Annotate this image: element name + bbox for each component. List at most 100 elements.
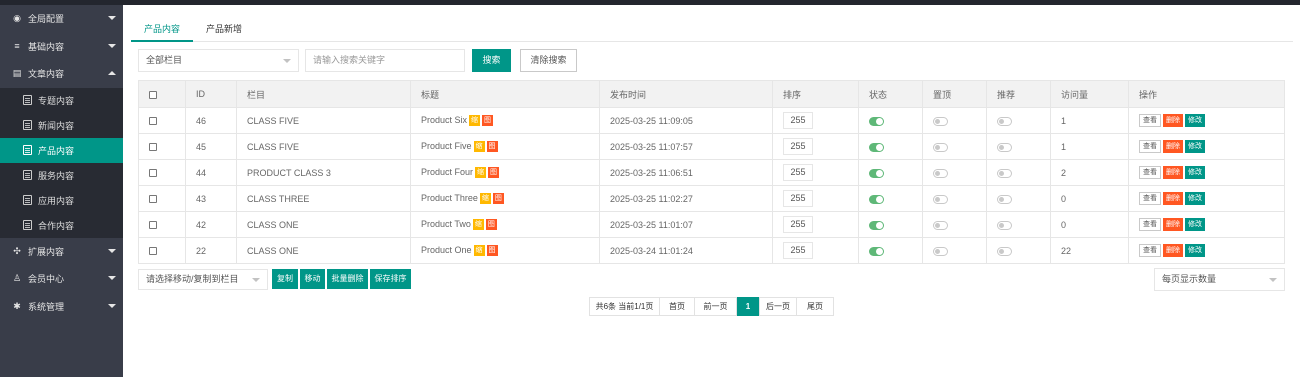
next-page-button[interactable]: 后一页 bbox=[759, 297, 797, 316]
recommend-toggle[interactable] bbox=[997, 194, 1012, 204]
row-checkbox[interactable] bbox=[149, 221, 157, 230]
nav-group-article-content[interactable]: ▤ 文章内容 bbox=[0, 60, 123, 88]
expand-icon: ✣ bbox=[13, 245, 21, 256]
edit-button[interactable]: 修改 bbox=[1185, 244, 1205, 257]
status-toggle[interactable] bbox=[869, 168, 884, 178]
sort-input[interactable]: 255 bbox=[783, 190, 813, 207]
move-target-select-value: 请选择移动/复制到栏目 bbox=[146, 274, 239, 284]
view-button[interactable]: 查看 bbox=[1139, 192, 1161, 205]
delete-button[interactable]: 删除 bbox=[1163, 218, 1183, 231]
status-toggle[interactable] bbox=[869, 116, 884, 126]
sidebar-item-news[interactable]: 新闻内容 bbox=[0, 113, 123, 138]
thumbnail-badge: 缩 bbox=[479, 193, 491, 205]
first-page-button[interactable]: 首页 bbox=[659, 297, 695, 316]
row-top-cell bbox=[922, 211, 987, 238]
view-button[interactable]: 查看 bbox=[1139, 140, 1161, 153]
row-actions: 查看 删除 修改 bbox=[1128, 185, 1285, 212]
recommend-toggle[interactable] bbox=[997, 116, 1012, 126]
status-toggle[interactable] bbox=[869, 220, 884, 230]
view-button[interactable]: 查看 bbox=[1139, 244, 1161, 257]
row-status-cell bbox=[858, 185, 923, 212]
status-toggle[interactable] bbox=[869, 194, 884, 204]
view-button[interactable]: 查看 bbox=[1139, 114, 1161, 127]
recommend-toggle[interactable] bbox=[997, 220, 1012, 230]
row-select-cell[interactable] bbox=[138, 107, 186, 134]
recommend-toggle[interactable] bbox=[997, 168, 1012, 178]
save-sort-button[interactable]: 保存排序 bbox=[370, 269, 411, 289]
sort-input[interactable]: 255 bbox=[783, 164, 813, 181]
row-select-cell[interactable] bbox=[138, 211, 186, 238]
sort-input[interactable]: 255 bbox=[783, 242, 813, 259]
row-category: CLASS FIVE bbox=[236, 133, 411, 160]
top-toggle[interactable] bbox=[933, 168, 948, 178]
row-select-cell[interactable] bbox=[138, 133, 186, 160]
last-page-button[interactable]: 尾页 bbox=[796, 297, 834, 316]
row-checkbox[interactable] bbox=[149, 169, 157, 178]
tab-product-content[interactable]: 产品内容 bbox=[131, 18, 194, 42]
category-select[interactable]: 全部栏目 bbox=[138, 49, 299, 72]
row-recommend-cell bbox=[986, 211, 1051, 238]
edit-button[interactable]: 修改 bbox=[1185, 140, 1205, 153]
clear-search-button[interactable]: 清除搜索 bbox=[520, 49, 577, 72]
top-toggle[interactable] bbox=[933, 116, 948, 126]
status-toggle[interactable] bbox=[869, 246, 884, 256]
header-sort: 排序 bbox=[772, 80, 859, 108]
copy-button[interactable]: 复制 bbox=[272, 269, 299, 289]
delete-button[interactable]: 删除 bbox=[1163, 114, 1183, 127]
nav-group-basic-content[interactable]: ≡ 基础内容 bbox=[0, 32, 123, 60]
sort-input[interactable]: 255 bbox=[783, 112, 813, 129]
edit-button[interactable]: 修改 bbox=[1185, 218, 1205, 231]
status-toggle[interactable] bbox=[869, 142, 884, 152]
top-toggle[interactable] bbox=[933, 220, 948, 230]
sidebar-item-product[interactable]: 产品内容 bbox=[0, 137, 123, 163]
tab-product-add[interactable]: 产品新增 bbox=[193, 18, 255, 42]
sidebar-item-cooperation[interactable]: 合作内容 bbox=[0, 213, 123, 238]
row-title-cell: Product Five 缩图 bbox=[410, 133, 600, 160]
row-checkbox[interactable] bbox=[149, 195, 157, 204]
top-toggle[interactable] bbox=[933, 142, 948, 152]
recommend-toggle[interactable] bbox=[997, 246, 1012, 256]
row-checkbox[interactable] bbox=[149, 143, 157, 152]
row-select-cell[interactable] bbox=[138, 159, 186, 186]
top-toggle[interactable] bbox=[933, 246, 948, 256]
sidebar-item-application[interactable]: 应用内容 bbox=[0, 188, 123, 213]
edit-button[interactable]: 修改 bbox=[1185, 114, 1205, 127]
sidebar-item-service[interactable]: 服务内容 bbox=[0, 163, 123, 188]
row-id: 42 bbox=[185, 211, 237, 238]
row-checkbox[interactable] bbox=[149, 117, 157, 126]
move-target-select[interactable]: 请选择移动/复制到栏目 bbox=[138, 269, 268, 290]
table-header-row: ID 栏目 标题 发布时间 排序 状态 置顶 推荐 访问量 操作 bbox=[138, 80, 1285, 108]
move-button[interactable]: 移动 bbox=[300, 269, 326, 289]
row-select-cell[interactable] bbox=[138, 185, 186, 212]
prev-page-button[interactable]: 前一页 bbox=[694, 297, 737, 316]
edit-button[interactable]: 修改 bbox=[1185, 166, 1205, 179]
select-all-checkbox[interactable] bbox=[149, 90, 157, 99]
edit-button[interactable]: 修改 bbox=[1185, 192, 1205, 205]
globe-icon: ◉ bbox=[13, 13, 21, 24]
header-select-all[interactable] bbox=[138, 80, 186, 108]
row-checkbox[interactable] bbox=[149, 247, 157, 256]
search-input[interactable]: 请输入搜索关键字 bbox=[305, 49, 465, 72]
search-button[interactable]: 搜索 bbox=[472, 49, 511, 72]
nav-group-global-config[interactable]: ◉ 全局配置 bbox=[0, 5, 123, 33]
delete-button[interactable]: 删除 bbox=[1163, 244, 1183, 257]
view-button[interactable]: 查看 bbox=[1139, 218, 1161, 231]
delete-button[interactable]: 删除 bbox=[1163, 166, 1183, 179]
delete-button[interactable]: 删除 bbox=[1163, 140, 1183, 153]
chevron-down-icon bbox=[252, 278, 260, 282]
current-page-button[interactable]: 1 bbox=[737, 297, 759, 316]
nav-group-member[interactable]: ♙ 会员中心 bbox=[0, 265, 123, 293]
nav-group-system[interactable]: ✱ 系统管理 bbox=[0, 292, 123, 320]
sidebar-item-topic[interactable]: 专题内容 bbox=[0, 88, 123, 113]
delete-button[interactable]: 删除 bbox=[1163, 192, 1183, 205]
nav-group-extension[interactable]: ✣ 扩展内容 bbox=[0, 237, 123, 265]
page-size-select[interactable]: 每页显示数量 bbox=[1154, 268, 1285, 291]
view-button[interactable]: 查看 bbox=[1139, 166, 1161, 179]
sort-input[interactable]: 255 bbox=[783, 216, 813, 233]
batch-delete-button[interactable]: 批量删除 bbox=[327, 269, 369, 289]
row-select-cell[interactable] bbox=[138, 237, 186, 264]
sort-input[interactable]: 255 bbox=[783, 138, 813, 155]
top-toggle[interactable] bbox=[933, 194, 948, 204]
recommend-toggle[interactable] bbox=[997, 142, 1012, 152]
chevron-down-icon bbox=[1269, 278, 1277, 282]
